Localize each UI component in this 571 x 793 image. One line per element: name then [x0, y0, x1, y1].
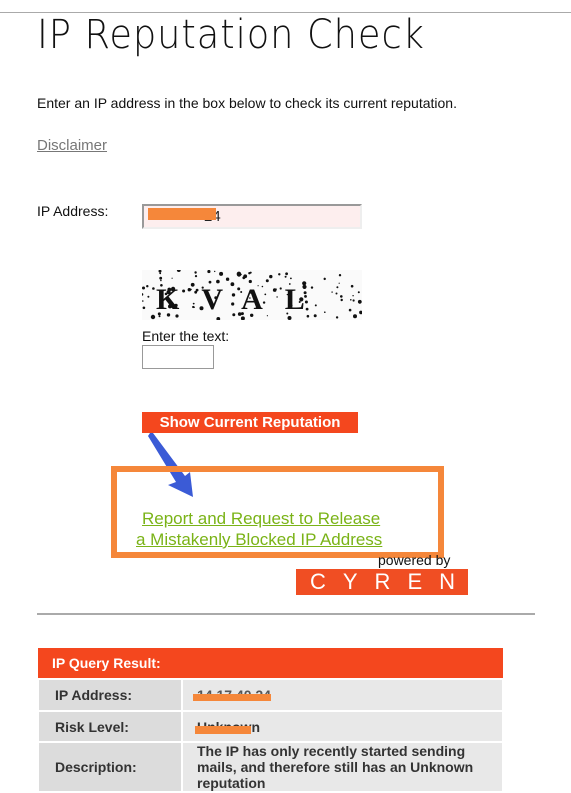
redaction-mark [193, 694, 271, 701]
disclaimer-link[interactable]: Disclaimer [37, 137, 107, 154]
captcha-text: KVAL [156, 283, 327, 316]
row-label: IP Address: [37, 678, 183, 712]
powered-by-text: powered by [378, 552, 451, 568]
captcha-input[interactable] [142, 345, 214, 369]
intro-text: Enter an IP address in the box below to … [37, 95, 457, 111]
report-release-link-line2[interactable]: a Mistakenly Blocked IP Address [136, 530, 382, 550]
redaction-mark [195, 726, 251, 734]
report-release-link-line1[interactable]: Report and Request to Release [142, 509, 380, 529]
ip-query-result-table: IP Query Result: IP Address: 14.17.40.24… [37, 648, 504, 793]
redaction-mark [148, 208, 216, 220]
row-value: 14.17.40.24 [181, 678, 504, 712]
row-value: The IP has only recently started sending… [181, 741, 504, 793]
ip-address-label: IP Address: [37, 203, 109, 219]
table-row: Description: The IP has only recently st… [37, 741, 504, 793]
table-row: Risk Level: Unknown [37, 710, 504, 743]
page-title: IP Reputation Check [37, 12, 425, 58]
row-label: Risk Level: [37, 710, 183, 743]
ip-address-input[interactable]: 24 [142, 204, 362, 229]
section-divider [37, 613, 535, 615]
captcha-label: Enter the text: [142, 328, 230, 344]
cyren-logo: CYREN [296, 569, 468, 595]
captcha-image: KVAL [142, 270, 362, 320]
row-value: Unknown [181, 710, 504, 743]
table-row: IP Address: 14.17.40.24 [37, 678, 504, 712]
row-label: Description: [37, 741, 183, 793]
result-header: IP Query Result: [38, 648, 503, 679]
